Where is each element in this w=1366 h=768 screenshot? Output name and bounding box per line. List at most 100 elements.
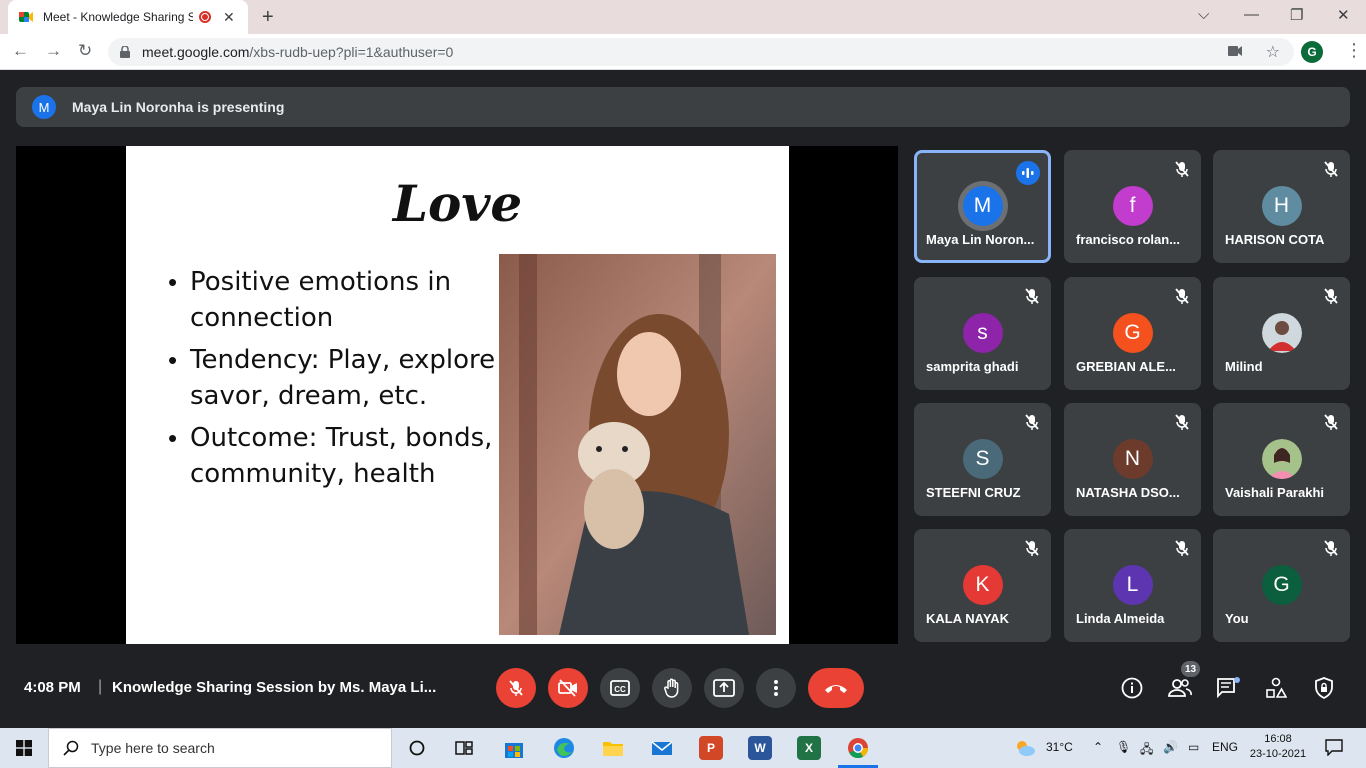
mic-muted-icon bbox=[1175, 414, 1189, 430]
browser-toolbar: ← → ↻ meet.google.com/xbs-rudb-uep?pli=1… bbox=[0, 34, 1366, 70]
participant-count-badge: 13 bbox=[1181, 661, 1200, 677]
participant-avatar: L bbox=[1112, 565, 1153, 605]
camera-toggle-button[interactable] bbox=[548, 668, 588, 708]
notifications-icon[interactable] bbox=[1324, 738, 1344, 756]
raise-hand-button[interactable] bbox=[652, 668, 692, 708]
hang-up-icon bbox=[825, 685, 847, 693]
participant-tile[interactable]: N NATASHA DSO... bbox=[1064, 403, 1201, 516]
participant-tile[interactable]: H HARISON COTA bbox=[1213, 150, 1350, 263]
participant-avatar: N bbox=[1112, 439, 1153, 479]
participant-name: Maya Lin Noron... bbox=[926, 232, 1035, 247]
weather-temperature[interactable]: 31°C bbox=[1046, 740, 1073, 754]
reload-button[interactable]: ↻ bbox=[78, 41, 92, 61]
tab-strip: Meet - Knowledge Sharing S ✕ + ⌵ — ❐ ✕ bbox=[0, 0, 1366, 34]
chrome-icon[interactable] bbox=[846, 736, 870, 760]
show-hidden-icons-chevron[interactable]: ⌃ bbox=[1093, 740, 1103, 754]
mail-icon[interactable] bbox=[650, 736, 674, 760]
task-view-icon[interactable] bbox=[452, 736, 476, 760]
windows-start-icon[interactable] bbox=[16, 740, 32, 756]
input-language[interactable]: ENG bbox=[1212, 740, 1238, 754]
participant-name: GREBIAN ALE... bbox=[1076, 359, 1176, 374]
url-host: meet.google.com bbox=[142, 44, 250, 60]
clock-time: 16:08 bbox=[1264, 733, 1292, 745]
participant-name: KALA NAYAK bbox=[926, 611, 1010, 626]
excel-icon[interactable]: X bbox=[797, 736, 821, 760]
tab-search-chevron-icon[interactable]: ⌵ bbox=[1198, 6, 1209, 23]
participant-tile[interactable]: G GREBIAN ALE... bbox=[1064, 277, 1201, 390]
bookmark-star-icon[interactable]: ☆ bbox=[1266, 42, 1280, 62]
powerpoint-icon[interactable]: P bbox=[699, 736, 723, 760]
network-icon[interactable]: 🖧 bbox=[1140, 740, 1153, 761]
restore-button[interactable]: ❐ bbox=[1290, 6, 1303, 24]
host-controls-button[interactable] bbox=[1310, 674, 1338, 702]
microphone-toggle-button[interactable] bbox=[496, 668, 536, 708]
participant-tile[interactable]: Vaishali Parakhi bbox=[1213, 403, 1350, 516]
slide-bullet: • Positive emotions in connection bbox=[168, 264, 508, 336]
captions-button[interactable]: CC bbox=[600, 668, 640, 708]
back-button[interactable]: ← bbox=[12, 41, 29, 61]
mic-muted-icon bbox=[1324, 288, 1338, 304]
participant-tile[interactable]: Milind bbox=[1213, 277, 1350, 390]
slide-bullets: • Positive emotions in connection • Tend… bbox=[168, 264, 508, 498]
present-screen-icon bbox=[713, 679, 735, 697]
presenter-avatar: M bbox=[32, 95, 56, 119]
word-icon[interactable]: W bbox=[748, 736, 772, 760]
participant-tile[interactable]: L Linda Almeida bbox=[1064, 529, 1201, 642]
weather-cloud-sun-icon[interactable] bbox=[1014, 738, 1036, 758]
participant-tile[interactable]: K KALA NAYAK bbox=[914, 529, 1051, 642]
forward-button[interactable]: → bbox=[45, 41, 62, 61]
chat-button[interactable] bbox=[1214, 674, 1242, 702]
people-icon bbox=[1168, 679, 1192, 697]
participant-name: Milind bbox=[1225, 359, 1263, 374]
mic-muted-icon bbox=[1324, 414, 1338, 430]
mic-muted-icon bbox=[1175, 161, 1189, 177]
taskbar-search-box[interactable]: Type here to search bbox=[48, 728, 392, 768]
activities-button[interactable] bbox=[1262, 674, 1290, 702]
participant-name: You bbox=[1225, 611, 1249, 626]
browser-tab-meet[interactable]: Meet - Knowledge Sharing S ✕ bbox=[8, 0, 248, 34]
raise-hand-icon bbox=[664, 678, 679, 698]
file-explorer-icon[interactable] bbox=[601, 736, 625, 760]
leave-call-button[interactable] bbox=[808, 668, 864, 708]
edge-browser-icon[interactable] bbox=[552, 736, 576, 760]
close-window-button[interactable]: ✕ bbox=[1337, 6, 1350, 24]
battery-icon[interactable]: ▭ bbox=[1188, 740, 1199, 754]
participant-tile[interactable]: S STEEFNI CRUZ bbox=[914, 403, 1051, 516]
new-tab-button[interactable]: + bbox=[262, 6, 274, 29]
microphone-tray-icon[interactable]: 🎙 bbox=[1116, 740, 1131, 754]
participant-name: NATASHA DSO... bbox=[1076, 485, 1180, 500]
microsoft-store-icon[interactable] bbox=[502, 736, 526, 760]
minimize-button[interactable]: — bbox=[1244, 6, 1259, 23]
participant-tile[interactable]: M Maya Lin Noron... bbox=[914, 150, 1051, 263]
system-clock[interactable]: 16:08 23-10-2021 bbox=[1248, 732, 1308, 762]
volume-icon[interactable]: 🔊 bbox=[1163, 740, 1178, 754]
camera-in-use-icon[interactable] bbox=[1228, 46, 1242, 56]
participant-tile-self[interactable]: G You bbox=[1213, 529, 1350, 642]
info-icon bbox=[1121, 677, 1143, 699]
participant-tile[interactable]: s samprita ghadi bbox=[914, 277, 1051, 390]
meet-favicon-icon bbox=[19, 12, 33, 22]
browser-menu-icon[interactable]: ⋮ bbox=[1345, 40, 1363, 61]
meeting-title: Knowledge Sharing Session by Ms. Maya Li… bbox=[112, 679, 437, 696]
people-button[interactable] bbox=[1166, 674, 1194, 702]
participant-name: HARISON COTA bbox=[1225, 232, 1325, 247]
slide-title: Love bbox=[392, 174, 523, 233]
divider: | bbox=[98, 678, 103, 695]
participant-name: STEEFNI CRUZ bbox=[926, 485, 1021, 500]
more-vert-icon bbox=[774, 680, 778, 696]
host-controls-lock-icon bbox=[1315, 677, 1333, 699]
more-options-button[interactable] bbox=[756, 668, 796, 708]
meeting-details-button[interactable] bbox=[1118, 674, 1146, 702]
search-placeholder: Type here to search bbox=[91, 740, 215, 756]
participant-name: francisco rolan... bbox=[1076, 232, 1181, 247]
cortana-icon[interactable] bbox=[405, 736, 429, 760]
mic-muted-icon bbox=[1175, 540, 1189, 556]
present-now-button[interactable] bbox=[704, 668, 744, 708]
participant-avatar: S bbox=[962, 439, 1003, 479]
closed-captions-icon: CC bbox=[610, 680, 630, 696]
address-bar[interactable]: meet.google.com/xbs-rudb-uep?pli=1&authu… bbox=[108, 38, 1294, 66]
profile-avatar[interactable]: G bbox=[1301, 41, 1323, 63]
bullet-text: Tendency: Play, explore savor, dream, et… bbox=[190, 345, 496, 411]
participant-tile[interactable]: f francisco rolan... bbox=[1064, 150, 1201, 263]
tab-close-icon[interactable]: ✕ bbox=[223, 9, 235, 26]
